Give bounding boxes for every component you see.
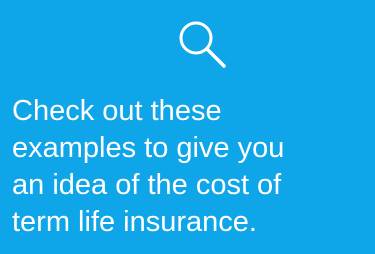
intro-message: Check out these examples to give you an … xyxy=(12,95,285,238)
info-card: Check out these examples to give you an … xyxy=(0,0,375,254)
search-icon xyxy=(176,18,230,72)
